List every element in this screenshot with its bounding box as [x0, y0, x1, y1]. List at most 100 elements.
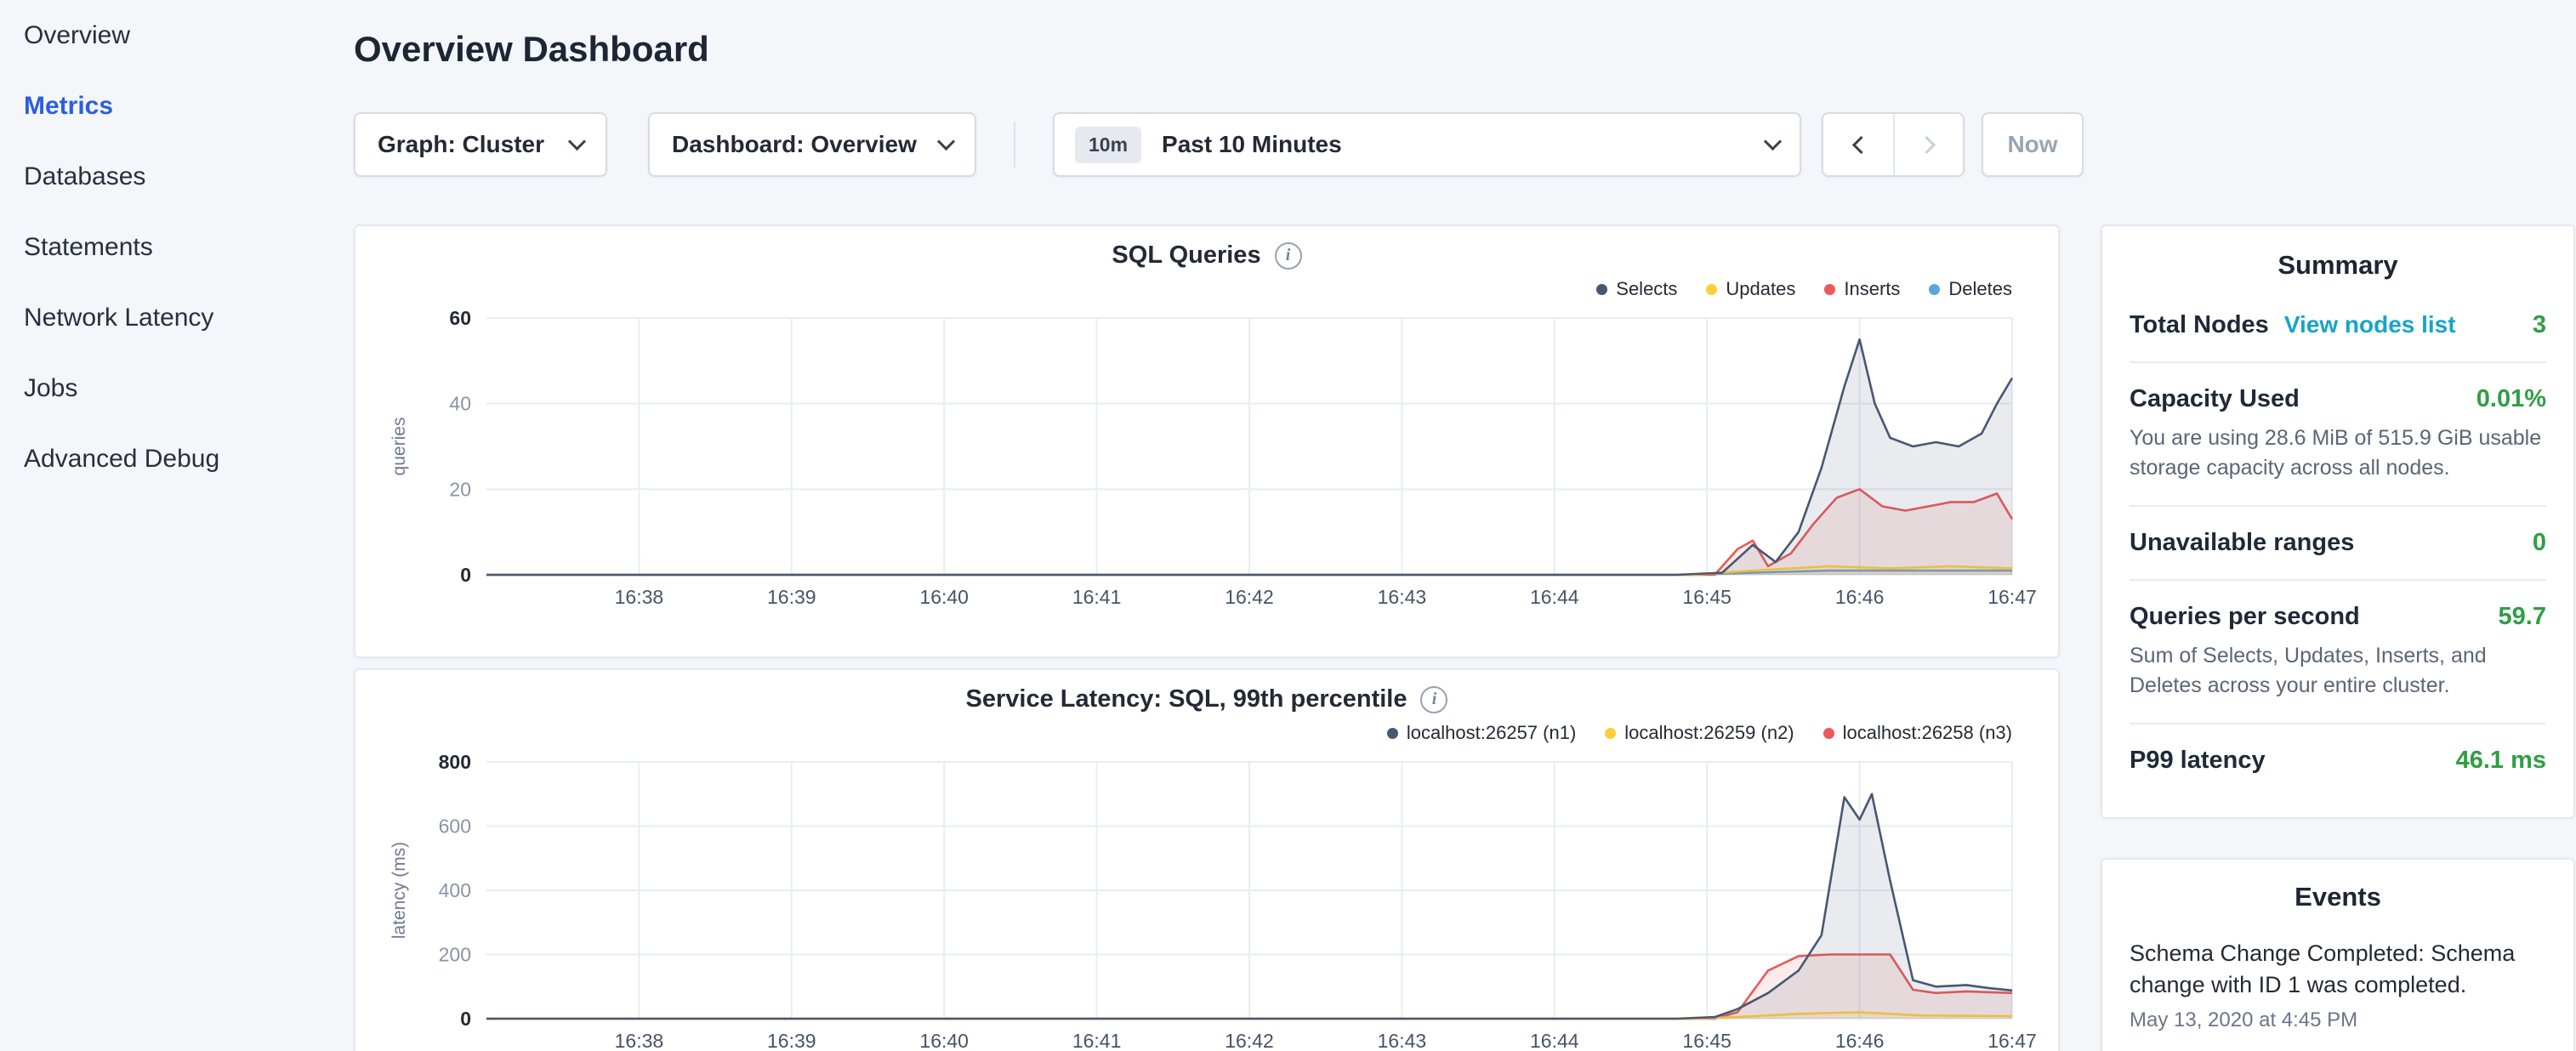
- chevron-down-icon: [1764, 132, 1782, 150]
- summary-metric-value: 59.7: [2499, 603, 2546, 631]
- svg-text:16:41: 16:41: [1072, 1030, 1122, 1051]
- sidebar-item-metrics[interactable]: Metrics: [0, 71, 354, 141]
- graph-scope-label: Graph: Cluster: [378, 131, 544, 158]
- time-range-label: Past 10 Minutes: [1162, 131, 1342, 158]
- svg-text:0: 0: [460, 564, 471, 586]
- svg-text:16:41: 16:41: [1072, 586, 1122, 608]
- legend-item: localhost:26257 (n1): [1387, 722, 1576, 744]
- svg-text:16:40: 16:40: [919, 1030, 969, 1051]
- chevron-right-icon: [1917, 135, 1935, 153]
- summary-row: Capacity Used 0.01% You are using 28.6 MiB…: [2130, 361, 2546, 505]
- right-column: Summary Total NodesView nodes list3Capac…: [2101, 224, 2575, 1051]
- page-title: Overview Dashboard: [354, 28, 2576, 71]
- summary-row: Total NodesView nodes list3: [2130, 289, 2546, 361]
- svg-text:16:39: 16:39: [767, 586, 816, 608]
- main-content: Overview Dashboard Graph: Cluster Dashbo…: [354, 0, 2576, 1051]
- service-latency-chart[interactable]: 16:3816:3916:4016:4116:4216:4316:4416:45…: [376, 753, 2038, 1051]
- svg-text:16:46: 16:46: [1835, 586, 1885, 608]
- legend-dot-icon: [1929, 284, 1940, 295]
- time-step-back-button[interactable]: [1823, 114, 1893, 175]
- legend-label: Updates: [1726, 278, 1795, 300]
- toolbar: Graph: Cluster Dashboard: Overview 10m P…: [354, 112, 2576, 177]
- svg-text:0: 0: [460, 1008, 471, 1030]
- svg-text:16:38: 16:38: [615, 586, 664, 608]
- legend-dot-icon: [1605, 728, 1616, 739]
- legend-item: localhost:26258 (n3): [1823, 722, 2012, 744]
- time-range-badge: 10m: [1075, 127, 1141, 163]
- svg-text:16:47: 16:47: [1987, 586, 2037, 608]
- left-sidebar-nav: OverviewMetricsDatabasesStatementsNetwor…: [0, 0, 354, 1051]
- chart-legend: localhost:26257 (n1) localhost:26259 (n2)…: [376, 721, 2038, 745]
- chevron-down-icon: [568, 132, 586, 150]
- legend-item: Deletes: [1929, 278, 2012, 300]
- chevron-down-icon: [937, 132, 955, 150]
- summary-metric-description: You are using 28.6 MiB of 515.9 GiB usab…: [2130, 423, 2546, 483]
- summary-row: P99 latency46.1 ms: [2130, 723, 2546, 797]
- svg-text:16:39: 16:39: [767, 1030, 816, 1051]
- legend-label: localhost:26258 (n3): [1843, 722, 2012, 744]
- svg-text:16:40: 16:40: [919, 586, 969, 608]
- summary-row: Queries per second 59.7 Sum of Selects, Up…: [2130, 579, 2546, 723]
- now-button-label: Now: [2007, 131, 2057, 158]
- chevron-left-icon: [1851, 135, 1869, 153]
- legend-item: Inserts: [1824, 278, 1900, 300]
- legend-item: Selects: [1596, 278, 1677, 300]
- sidebar-item-advanced-debug[interactable]: Advanced Debug: [0, 423, 354, 494]
- time-step-forward-button[interactable]: [1893, 114, 1963, 175]
- chart-header: SQL Queries i: [376, 226, 2038, 276]
- summary-metric-label: Total Nodes: [2130, 311, 2269, 339]
- sidebar-item-statements[interactable]: Statements: [0, 212, 354, 282]
- charts-column: SQL Queries i Selects Updates Inserts Delet…: [354, 224, 2060, 1051]
- svg-text:800: 800: [439, 753, 471, 773]
- svg-text:16:45: 16:45: [1682, 586, 1732, 608]
- svg-text:16:44: 16:44: [1530, 586, 1579, 608]
- event-item: Schema Change Completed: Schema change w…: [2130, 938, 2546, 1032]
- svg-text:16:45: 16:45: [1682, 1030, 1732, 1051]
- legend-label: localhost:26259 (n2): [1624, 722, 1794, 744]
- events-list: Schema Change Completed: Schema change w…: [2130, 938, 2546, 1032]
- summary-metric-description: Sum of Selects, Updates, Inserts, and De…: [2130, 641, 2546, 701]
- info-glyph: i: [1432, 690, 1437, 709]
- sidebar-item-overview[interactable]: Overview: [0, 0, 354, 71]
- summary-metric-value: 46.1 ms: [2456, 747, 2546, 775]
- app-root: OverviewMetricsDatabasesStatementsNetwor…: [0, 0, 2576, 1051]
- svg-text:20: 20: [449, 478, 471, 500]
- dashboard-dropdown[interactable]: Dashboard: Overview: [648, 112, 976, 177]
- events-panel: Events Schema Change Completed: Schema c…: [2101, 858, 2575, 1051]
- svg-text:400: 400: [439, 879, 471, 901]
- event-timestamp: May 13, 2020 at 4:45 PM: [2130, 1008, 2546, 1032]
- svg-text:16:38: 16:38: [615, 1030, 664, 1051]
- info-icon[interactable]: i: [1420, 686, 1447, 713]
- toolbar-divider: [1014, 122, 1015, 168]
- svg-text:latency (ms): latency (ms): [390, 842, 409, 939]
- time-step-buttons: [1822, 112, 1965, 177]
- summary-metric-label: Queries per second: [2130, 603, 2360, 631]
- chart-legend: Selects Updates Inserts Deletes: [376, 277, 2038, 301]
- sql-queries-panel: SQL Queries i Selects Updates Inserts Delet…: [354, 224, 2060, 658]
- sidebar-item-jobs[interactable]: Jobs: [0, 353, 354, 423]
- svg-text:16:42: 16:42: [1225, 586, 1274, 608]
- svg-text:queries: queries: [390, 418, 409, 476]
- legend-dot-icon: [1596, 284, 1607, 295]
- sql-queries-chart[interactable]: 16:3816:3916:4016:4116:4216:4316:4416:45…: [376, 310, 2038, 616]
- sidebar-item-databases[interactable]: Databases: [0, 141, 354, 212]
- time-range-picker[interactable]: 10m Past 10 Minutes: [1053, 112, 1801, 177]
- chart-title: SQL Queries: [1112, 241, 1260, 270]
- summary-metric-value: 0.01%: [2476, 385, 2546, 413]
- chart-header: Service Latency: SQL, 99th percentile i: [376, 670, 2038, 719]
- summary-metric-label: Capacity Used: [2130, 385, 2300, 413]
- legend-label: Selects: [1616, 278, 1677, 300]
- legend-dot-icon: [1824, 284, 1835, 295]
- dashboard-label: Dashboard: Overview: [672, 131, 917, 158]
- view-nodes-list-link[interactable]: View nodes list: [2284, 311, 2456, 338]
- info-icon[interactable]: i: [1275, 242, 1302, 270]
- graph-scope-dropdown[interactable]: Graph: Cluster: [354, 112, 607, 177]
- svg-text:200: 200: [439, 944, 471, 966]
- now-button[interactable]: Now: [1982, 112, 2084, 177]
- legend-label: Deletes: [1948, 278, 2012, 300]
- legend-item: localhost:26259 (n2): [1605, 722, 1794, 744]
- svg-text:60: 60: [449, 310, 471, 329]
- sidebar-item-network-latency[interactable]: Network Latency: [0, 282, 354, 353]
- summary-metric-value: 0: [2533, 529, 2546, 557]
- svg-text:16:46: 16:46: [1835, 1030, 1885, 1051]
